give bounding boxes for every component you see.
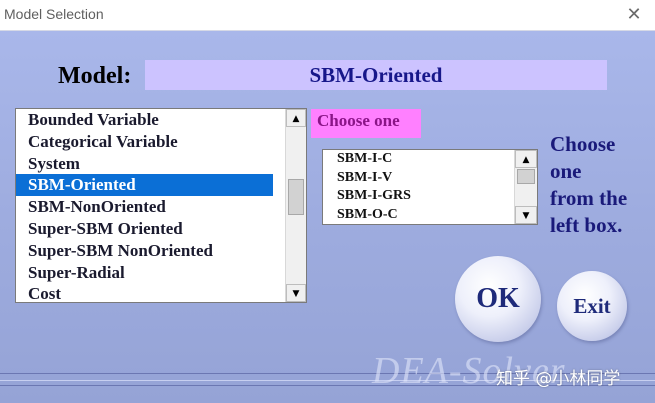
list-item[interactable]: SBM-I-GRS (323, 187, 513, 206)
exit-button[interactable]: Exit (557, 271, 627, 341)
list-item[interactable]: System (16, 153, 273, 175)
scroll-down-button[interactable]: ▼ (286, 284, 306, 302)
variant-list-scrollbar[interactable]: ▲ ▼ (514, 150, 537, 224)
close-icon[interactable]: ✕ (621, 2, 647, 28)
window-title: Model Selection (4, 6, 104, 22)
list-item[interactable]: SBM-I-C (323, 150, 513, 169)
scroll-thumb[interactable] (288, 179, 304, 215)
hint-line: left box. (550, 213, 623, 237)
hint-line: one (550, 159, 582, 183)
hint-line: Choose (550, 132, 616, 156)
model-list[interactable]: Bounded Variable Categorical Variable Syst… (15, 108, 307, 303)
list-item[interactable]: Categorical Variable (16, 131, 273, 153)
hint-text: Choose one from the left box. (550, 131, 650, 239)
ok-button[interactable]: OK (455, 256, 541, 342)
title-bar: Model Selection ✕ (0, 0, 655, 31)
hint-line: from the (550, 186, 628, 210)
list-item[interactable]: SBM-O-C (323, 206, 513, 225)
model-value: SBM-Oriented (145, 60, 607, 90)
choose-one-label: Choose one (311, 109, 421, 138)
scroll-down-button[interactable]: ▼ (515, 206, 537, 224)
list-item[interactable]: SBM-I-V (323, 169, 513, 188)
scroll-up-button[interactable]: ▲ (286, 109, 306, 127)
dialog-body: Model: SBM-Oriented Bounded Variable Cate… (0, 31, 655, 403)
scroll-up-button[interactable]: ▲ (515, 150, 537, 168)
variant-list[interactable]: SBM-I-C SBM-I-V SBM-I-GRS SBM-O-C ▲ ▼ (322, 149, 538, 225)
model-list-scrollbar[interactable]: ▲ ▼ (285, 109, 306, 302)
list-item[interactable]: Super-SBM NonOriented (16, 240, 273, 262)
list-item[interactable]: Cost (16, 283, 273, 302)
scroll-thumb[interactable] (517, 169, 535, 184)
list-item[interactable]: SBM-Oriented (16, 174, 273, 197)
overlay-watermark: 知乎 @小林同学 (496, 369, 621, 389)
list-item[interactable]: Super-SBM Oriented (16, 218, 273, 240)
list-item[interactable]: Bounded Variable (16, 109, 273, 131)
list-item[interactable]: SBM-NonOriented (16, 196, 273, 218)
model-label: Model: (58, 63, 132, 89)
list-item[interactable]: Super-Radial (16, 262, 273, 284)
